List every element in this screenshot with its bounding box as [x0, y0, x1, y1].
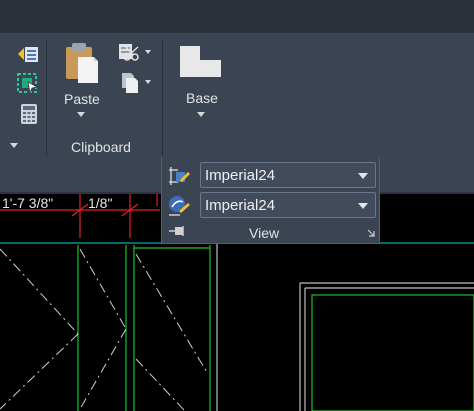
paste-button-label[interactable]: Paste: [64, 91, 100, 107]
view-panel-title: View: [249, 225, 280, 241]
multileader-style-value: Imperial24: [205, 197, 276, 214]
dialog-launcher-icon[interactable]: [367, 229, 375, 237]
paste-icon[interactable]: [64, 41, 100, 85]
title-bar: [0, 0, 474, 33]
chevron-down-icon: [358, 173, 368, 179]
paste-dropdown-caret[interactable]: [77, 112, 85, 117]
green-geometry: [77, 245, 474, 411]
dimension-text: 1'-7 3/8": [2, 195, 53, 211]
base-dropdown-caret[interactable]: [197, 112, 205, 117]
copy-icon[interactable]: [121, 72, 139, 94]
panel-expand-caret[interactable]: [10, 143, 18, 148]
cut-icon[interactable]: [118, 43, 144, 63]
dimension-text: 1/8": [88, 195, 112, 211]
quick-select-icon[interactable]: [17, 73, 39, 95]
dimension-style-dropdown[interactable]: Imperial24: [200, 162, 376, 188]
panel-separator: [162, 40, 163, 156]
calculator-icon[interactable]: [21, 104, 37, 124]
cut-dropdown-caret[interactable]: [145, 50, 151, 54]
copy-dropdown-caret[interactable]: [145, 80, 151, 84]
white-geometry: [216, 240, 474, 411]
base-view-icon[interactable]: [180, 46, 222, 78]
clipboard-panel-title: Clipboard: [71, 139, 131, 155]
dimension-style-value: Imperial24: [205, 167, 276, 184]
dimension-style-icon: [169, 167, 190, 185]
chevron-down-icon: [358, 203, 368, 209]
base-button-label[interactable]: Base: [186, 90, 218, 106]
dashdot-lines: [0, 248, 209, 411]
view-panel-expanded: Imperial24 Imperial24 View: [161, 157, 380, 244]
pin-icon[interactable]: [169, 226, 185, 236]
match-properties-icon[interactable]: [16, 44, 40, 66]
multileader-style-dropdown[interactable]: Imperial24: [200, 192, 376, 218]
multileader-style-icon: [169, 196, 190, 216]
panel-separator: [46, 40, 47, 156]
